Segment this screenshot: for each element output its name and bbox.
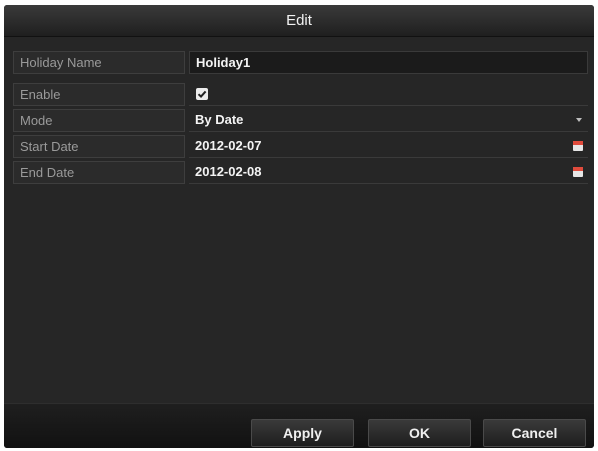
enable-label: Enable	[13, 83, 185, 106]
apply-button[interactable]: Apply	[251, 419, 354, 447]
enable-field	[189, 83, 588, 106]
dialog-title: Edit	[286, 12, 312, 29]
checkmark-icon	[197, 90, 207, 99]
mode-select[interactable]: By Date	[189, 109, 588, 132]
edit-dialog: Edit Holiday Name Holiday1 Enable Mode B…	[4, 5, 594, 448]
holiday-name-row: Holiday Name Holiday1	[13, 51, 588, 74]
end-date-row: End Date 2012-02-08	[13, 161, 588, 184]
mode-row: Mode By Date	[13, 109, 588, 132]
end-date-value: 2012-02-08	[195, 164, 262, 179]
mode-label: Mode	[13, 109, 185, 132]
enable-row: Enable	[13, 83, 588, 106]
start-date-label: Start Date	[13, 135, 185, 158]
start-date-value: 2012-02-07	[195, 138, 262, 153]
holiday-name-label: Holiday Name	[13, 51, 185, 74]
calendar-icon[interactable]	[573, 141, 583, 151]
dialog-footer: Apply OK Cancel	[4, 403, 594, 448]
cancel-button[interactable]: Cancel	[483, 419, 586, 447]
dialog-titlebar: Edit	[4, 5, 594, 37]
end-date-field[interactable]: 2012-02-08	[189, 161, 588, 184]
ok-button[interactable]: OK	[368, 419, 471, 447]
end-date-label: End Date	[13, 161, 185, 184]
holiday-name-input[interactable]: Holiday1	[189, 51, 588, 74]
calendar-icon[interactable]	[573, 167, 583, 177]
enable-checkbox[interactable]	[196, 88, 208, 100]
chevron-down-icon[interactable]	[576, 118, 582, 122]
start-date-row: Start Date 2012-02-07	[13, 135, 588, 158]
start-date-field[interactable]: 2012-02-07	[189, 135, 588, 158]
mode-value: By Date	[195, 112, 244, 127]
